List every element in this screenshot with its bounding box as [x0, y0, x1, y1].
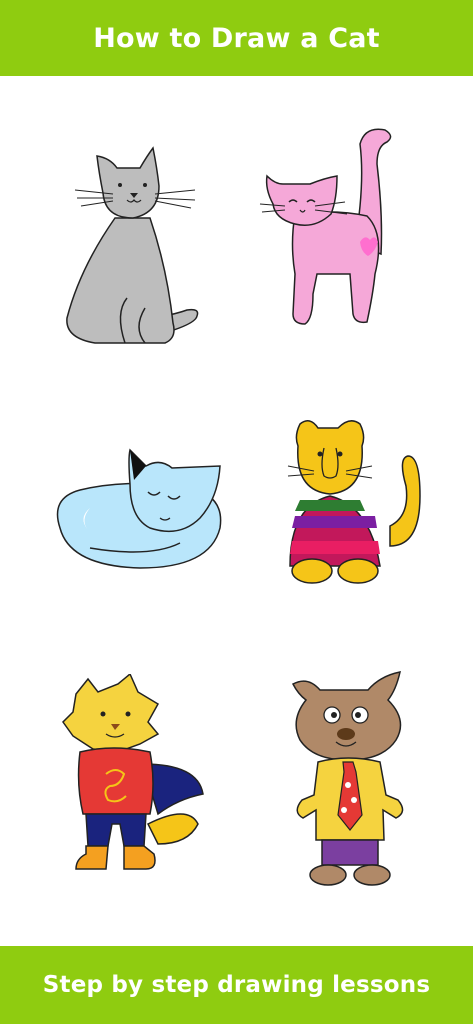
yellow-cat-in-sweater-icon — [287, 420, 421, 584]
lesson-card-tie-cat[interactable] — [288, 670, 413, 890]
lesson-card-sleeping-cat[interactable] — [50, 448, 230, 573]
lesson-card-sweater-cat[interactable] — [280, 416, 430, 586]
lesson-gallery — [0, 76, 473, 946]
lesson-card-gray-cat[interactable] — [55, 138, 210, 358]
sleeping-blue-cat-icon — [56, 448, 222, 569]
footer-subtitle: Step by step drawing lessons — [42, 972, 431, 998]
pink-cat-with-heart-icon — [259, 128, 392, 325]
page-title: How to Draw a Cat — [93, 22, 380, 54]
gray-sitting-cat-icon — [66, 146, 199, 344]
brown-cat-with-tie-icon — [292, 671, 404, 886]
header-bar: How to Draw a Cat — [0, 0, 473, 76]
superhero-cat-icon — [62, 674, 204, 870]
footer-bar: Step by step drawing lessons — [0, 946, 473, 1024]
lesson-card-pink-cat[interactable] — [255, 124, 395, 334]
lesson-card-superhero-cat[interactable] — [58, 674, 208, 874]
